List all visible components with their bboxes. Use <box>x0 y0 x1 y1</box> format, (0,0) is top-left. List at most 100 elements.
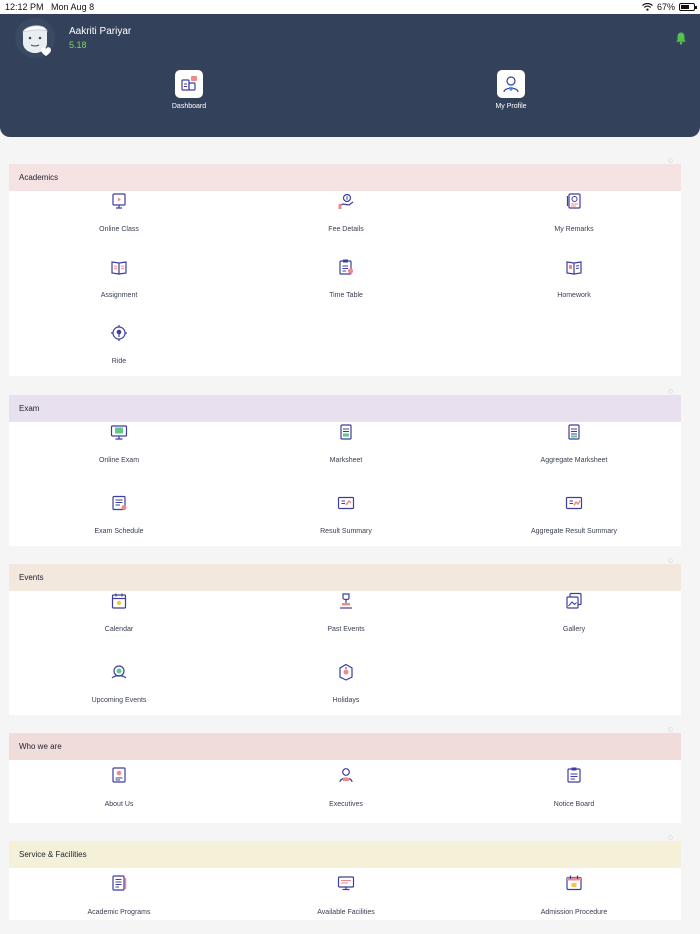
menu-item-label: Calendar <box>104 626 134 633</box>
menu-item-label: About Us <box>104 801 134 808</box>
menu-item-label: Homework <box>557 292 591 299</box>
dashboard-icon <box>181 76 197 91</box>
menu-item-label: Past Events <box>327 626 365 633</box>
menu-item-label: Executives <box>329 801 363 808</box>
admission-procedure-icon <box>566 875 582 891</box>
bell-icon[interactable] <box>674 31 688 45</box>
menu-item-time-table[interactable]: Time Table <box>246 258 446 299</box>
academic-programs-icon <box>112 875 127 891</box>
wifi-icon <box>642 3 653 11</box>
section-events: Events Calendar Past Events Gallery Upcoming… <box>9 558 681 715</box>
menu-item-result-summary[interactable]: Result Summary <box>246 494 446 535</box>
menu-item-label: Time Table <box>329 292 363 299</box>
section-header: Exam <box>9 395 681 422</box>
remarks-icon <box>566 193 581 209</box>
menu-item-available-facilities[interactable]: Available Facilities <box>246 874 446 916</box>
online-exam-icon <box>110 425 128 440</box>
section-header: Academics <box>9 164 681 191</box>
dashboard-label: Dashboard <box>171 103 207 110</box>
menu-item-ride[interactable]: Ride <box>19 324 219 365</box>
status-bar: 12:12 PM Mon Aug 8 67% <box>0 0 700 14</box>
section-header: Service & Facilities <box>9 841 681 868</box>
fee-details-icon <box>338 193 354 209</box>
past-events-icon <box>340 593 352 609</box>
executives-icon <box>339 768 353 783</box>
menu-item-gallery[interactable]: Gallery <box>474 592 674 633</box>
section-header: Who we are <box>9 733 681 760</box>
battery-icon <box>679 3 697 11</box>
section-edge-mark <box>668 835 673 840</box>
battery-percent: 67% <box>656 2 675 12</box>
assignment-icon <box>111 261 127 275</box>
menu-item-label: Available Facilities <box>317 909 375 916</box>
menu-item-label: Aggregate Result Summary <box>531 528 617 535</box>
menu-item-my-remarks[interactable]: My Remarks <box>474 192 674 233</box>
holidays-icon <box>339 663 353 681</box>
section-edge-mark <box>668 727 673 732</box>
menu-item-label: Assignment <box>100 292 138 299</box>
menu-item-label: Academic Programs <box>87 909 151 916</box>
aggregate-marksheet-icon <box>568 424 580 440</box>
menu-item-label: Online Exam <box>98 457 140 464</box>
result-summary-icon <box>337 496 355 510</box>
profile-icon-box <box>497 70 525 98</box>
menu-item-label: Gallery <box>562 626 586 633</box>
menu-item-label: Marksheet <box>329 457 363 464</box>
menu-item-notice-board[interactable]: Notice Board <box>474 766 674 808</box>
menu-item-aggregate-marksheet[interactable]: Aggregate Marksheet <box>474 423 674 464</box>
menu-item-label: Exam Schedule <box>94 528 144 535</box>
user-class: 5.18 <box>69 40 87 50</box>
menu-item-admission-procedure[interactable]: Admission Procedure <box>474 874 674 916</box>
menu-item-past-events[interactable]: Past Events <box>246 592 446 633</box>
menu-item-executives[interactable]: Executives <box>246 766 446 808</box>
menu-item-marksheet[interactable]: Marksheet <box>246 423 446 464</box>
menu-item-aggregate-result-summary[interactable]: Aggregate Result Summary <box>474 494 674 535</box>
menu-item-label: Admission Procedure <box>540 909 608 916</box>
menu-item-label: Aggregate Marksheet <box>540 457 608 464</box>
profile-icon <box>503 76 519 93</box>
my-profile-button[interactable]: My Profile <box>466 70 556 110</box>
menu-item-homework[interactable]: Homework <box>474 258 674 299</box>
menu-item-exam-schedule[interactable]: Exam Schedule <box>19 494 219 535</box>
time-table-icon <box>339 259 354 275</box>
section-who-we-are: Who we are About Us Executives Notice Board <box>9 727 681 823</box>
section-edge-mark <box>668 158 673 163</box>
menu-item-label: Notice Board <box>553 801 595 808</box>
menu-item-about-us[interactable]: About Us <box>19 766 219 808</box>
menu-item-label: Result Summary <box>320 528 372 535</box>
avatar[interactable] <box>14 17 56 59</box>
menu-item-label: My Remarks <box>554 226 594 233</box>
online-class-icon <box>112 193 126 209</box>
menu-item-calendar[interactable]: Calendar <box>19 592 219 633</box>
menu-item-holidays[interactable]: Holidays <box>246 663 446 704</box>
section-academics: Academics Online Class Fee Details My Remar… <box>9 158 681 376</box>
user-name: Aakriti Pariyar <box>69 26 132 37</box>
menu-item-label: Fee Details <box>328 226 364 233</box>
exam-schedule-icon <box>112 495 127 511</box>
my-profile-label: My Profile <box>495 103 527 110</box>
menu-item-upcoming-events[interactable]: Upcoming Events <box>19 663 219 704</box>
aggregate-result-icon <box>565 496 583 510</box>
notice-board-icon <box>567 767 581 783</box>
homework-icon <box>566 261 582 275</box>
menu-item-online-exam[interactable]: Online Exam <box>19 423 219 464</box>
status-right: 67% <box>642 2 697 12</box>
menu-item-academic-programs[interactable]: Academic Programs <box>19 874 219 916</box>
menu-item-online-class[interactable]: Online Class <box>19 192 219 233</box>
dashboard-icon-box <box>175 70 203 98</box>
available-facilities-icon <box>337 876 355 891</box>
menu-item-label: Ride <box>111 358 127 365</box>
upcoming-events-icon <box>111 665 127 679</box>
section-service-facilities: Service & Facilities Academic Programs Ava… <box>9 835 681 920</box>
gallery-icon <box>566 592 582 609</box>
profile-header: Aakriti Pariyar 5.18 Dashboard My Profil… <box>0 14 700 137</box>
dashboard-button[interactable]: Dashboard <box>144 70 234 110</box>
menu-item-label: Holidays <box>332 697 360 704</box>
menu-item-label: Upcoming Events <box>91 697 147 704</box>
section-edge-mark <box>668 389 673 394</box>
status-time: 12:12 PM Mon Aug 8 <box>5 2 95 12</box>
menu-item-assignment[interactable]: Assignment <box>19 258 219 299</box>
menu-item-fee-details[interactable]: Fee Details <box>246 192 446 233</box>
about-us-icon <box>112 767 126 783</box>
ride-icon <box>111 325 127 341</box>
